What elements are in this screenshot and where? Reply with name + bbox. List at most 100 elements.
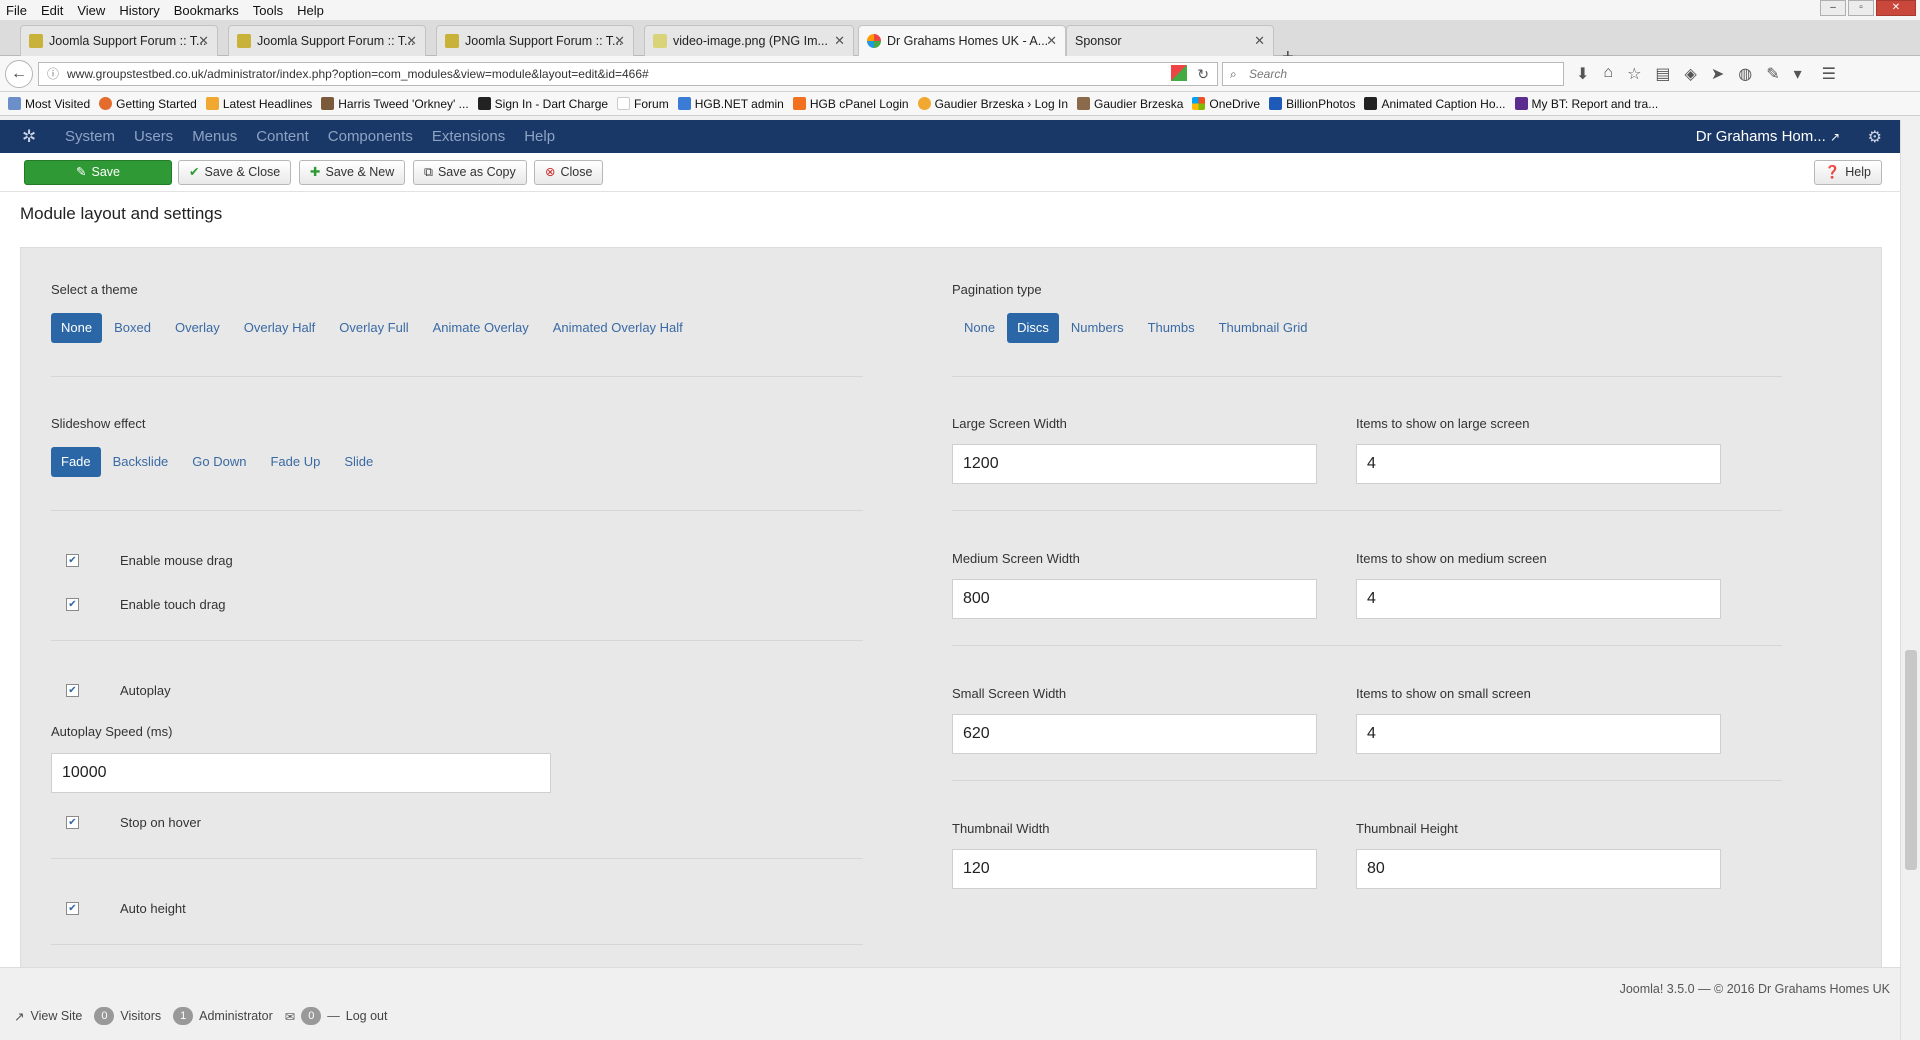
pagination-option-discs[interactable]: Discs bbox=[1007, 313, 1059, 343]
browser-tab[interactable]: Sponsor ✕ bbox=[1066, 25, 1274, 56]
tab-close-icon[interactable]: ✕ bbox=[614, 33, 625, 49]
help-button[interactable]: ❓ Help bbox=[1813, 160, 1882, 185]
effect-option-backslide[interactable]: Backslide bbox=[101, 447, 181, 477]
save-copy-button[interactable]: ⧉ Save as Copy bbox=[413, 160, 527, 185]
tab-close-icon[interactable]: ✕ bbox=[1046, 33, 1057, 49]
nav-help[interactable]: Help bbox=[524, 128, 555, 145]
pagination-option-numbers[interactable]: Numbers bbox=[1059, 313, 1136, 343]
home-icon[interactable]: ⌂ bbox=[1603, 64, 1613, 84]
envelope-icon[interactable]: ✉ bbox=[285, 1009, 295, 1024]
tab-close-icon[interactable]: ✕ bbox=[1254, 33, 1265, 49]
nav-menus[interactable]: Menus bbox=[192, 128, 237, 145]
visitors-label[interactable]: Visitors bbox=[120, 1009, 161, 1023]
back-arrow-icon[interactable]: ← bbox=[5, 60, 33, 88]
bookmark-item[interactable]: Gaudier Brzeska bbox=[1077, 97, 1183, 111]
mouse-drag-checkbox[interactable]: ✔ bbox=[66, 554, 79, 567]
maximize-icon[interactable]: ▫ bbox=[1848, 0, 1874, 16]
reload-icon[interactable]: ↻ bbox=[1197, 63, 1209, 85]
thumb-height-input[interactable]: 80 bbox=[1356, 849, 1721, 889]
close-button[interactable]: ⊗ Close bbox=[534, 160, 604, 185]
bookmark-item[interactable]: OneDrive bbox=[1192, 97, 1260, 111]
nav-system[interactable]: System bbox=[65, 128, 115, 145]
autoplay-checkbox[interactable]: ✔ bbox=[66, 684, 79, 697]
minimize-icon[interactable]: – bbox=[1820, 0, 1846, 16]
bookmark-item[interactable]: Harris Tweed 'Orkney' ... bbox=[321, 97, 469, 111]
reading-list-icon[interactable]: ▤ bbox=[1655, 64, 1670, 84]
scrollbar-thumb[interactable] bbox=[1905, 650, 1917, 870]
theme-option-animated-overlay-half[interactable]: Animated Overlay Half bbox=[541, 313, 695, 343]
theme-option-animate-overlay[interactable]: Animate Overlay bbox=[421, 313, 541, 343]
bookmark-item[interactable]: Most Visited bbox=[8, 97, 90, 111]
info-icon[interactable]: ⓘ bbox=[47, 63, 59, 85]
administrator-label[interactable]: Administrator bbox=[199, 1009, 273, 1023]
extension-icon[interactable] bbox=[1171, 65, 1187, 81]
theme-option-overlay[interactable]: Overlay bbox=[163, 313, 232, 343]
medium-width-input[interactable]: 800 bbox=[952, 579, 1317, 619]
save-close-button[interactable]: ✔ Save & Close bbox=[178, 160, 292, 185]
small-width-input[interactable]: 620 bbox=[952, 714, 1317, 754]
save-button[interactable]: ✎ Save bbox=[24, 160, 172, 185]
send-icon[interactable]: ➤ bbox=[1711, 64, 1724, 84]
pagination-option-thumbs[interactable]: Thumbs bbox=[1136, 313, 1207, 343]
tab-close-icon[interactable]: ✕ bbox=[406, 33, 417, 49]
pagination-option-thumbnail-grid[interactable]: Thumbnail Grid bbox=[1207, 313, 1320, 343]
theme-option-overlay-half[interactable]: Overlay Half bbox=[232, 313, 328, 343]
thumb-width-input[interactable]: 120 bbox=[952, 849, 1317, 889]
site-link[interactable]: Dr Grahams Hom... ↗ bbox=[1696, 128, 1840, 145]
bookmark-item[interactable]: Animated Caption Ho... bbox=[1364, 97, 1506, 111]
bookmark-item[interactable]: HGB cPanel Login bbox=[792, 97, 909, 111]
bookmark-item[interactable]: Gaudier Brzeska › Log In bbox=[917, 97, 1068, 111]
nav-users[interactable]: Users bbox=[134, 128, 173, 145]
theme-option-boxed[interactable]: Boxed bbox=[102, 313, 163, 343]
hamburger-menu-icon[interactable]: ☰ bbox=[1822, 64, 1836, 84]
addon-icon[interactable]: ✎ bbox=[1766, 64, 1779, 84]
browser-tab[interactable]: Joomla Support Forum :: T... ✕ bbox=[436, 25, 634, 56]
save-new-button[interactable]: ✚ Save & New bbox=[299, 160, 406, 185]
tab-close-icon[interactable]: ✕ bbox=[834, 33, 845, 49]
menu-help[interactable]: Help bbox=[297, 3, 324, 18]
auto-height-checkbox[interactable]: ✔ bbox=[66, 902, 79, 915]
touch-drag-checkbox[interactable]: ✔ bbox=[66, 598, 79, 611]
stop-hover-checkbox[interactable]: ✔ bbox=[66, 816, 79, 829]
bookmark-item[interactable]: Forum bbox=[617, 97, 669, 111]
menu-edit[interactable]: Edit bbox=[41, 3, 63, 18]
menu-history[interactable]: History bbox=[119, 3, 159, 18]
chat-icon[interactable]: ◍ bbox=[1738, 64, 1752, 84]
menu-bookmarks[interactable]: Bookmarks bbox=[174, 3, 239, 18]
bookmark-item[interactable]: Sign In - Dart Charge bbox=[477, 97, 608, 111]
nav-components[interactable]: Components bbox=[328, 128, 413, 145]
pagination-option-none[interactable]: None bbox=[952, 313, 1007, 343]
large-width-input[interactable]: 1200 bbox=[952, 444, 1317, 484]
menu-view[interactable]: View bbox=[77, 3, 105, 18]
browser-tab[interactable]: Joomla Support Forum :: T... ✕ bbox=[228, 25, 426, 56]
effect-option-fade[interactable]: Fade bbox=[51, 447, 101, 477]
browser-tab[interactable]: Joomla Support Forum :: T... ✕ bbox=[20, 25, 218, 56]
menu-tools[interactable]: Tools bbox=[253, 3, 283, 18]
browser-tab[interactable]: video-image.png (PNG Im... ✕ bbox=[644, 25, 854, 56]
view-site-link[interactable]: View Site bbox=[30, 1009, 82, 1023]
page-scrollbar[interactable] bbox=[1900, 120, 1920, 1040]
medium-items-input[interactable]: 4 bbox=[1356, 579, 1721, 619]
logout-link[interactable]: Log out bbox=[346, 1009, 388, 1023]
menu-file[interactable]: File bbox=[6, 3, 27, 18]
large-items-input[interactable]: 4 bbox=[1356, 444, 1721, 484]
browser-tab-active[interactable]: Dr Grahams Homes UK - A... ✕ bbox=[858, 25, 1066, 56]
tab-close-icon[interactable]: ✕ bbox=[198, 33, 209, 49]
pocket-icon[interactable]: ◈ bbox=[1685, 64, 1697, 84]
joomla-logo-icon[interactable]: ✲ bbox=[22, 127, 36, 147]
url-bar[interactable]: ⓘ www.groupstestbed.co.uk/administrator/… bbox=[38, 62, 1218, 86]
download-icon[interactable]: ⬇ bbox=[1576, 64, 1589, 84]
bookmark-item[interactable]: My BT: Report and tra... bbox=[1514, 97, 1658, 111]
autoplay-speed-input[interactable]: 10000 bbox=[51, 753, 551, 793]
effect-option-slide[interactable]: Slide bbox=[332, 447, 385, 477]
effect-option-fade-up[interactable]: Fade Up bbox=[258, 447, 332, 477]
bookmark-item[interactable]: Getting Started bbox=[99, 97, 197, 111]
bookmark-item[interactable]: BillionPhotos bbox=[1269, 97, 1355, 111]
bookmark-item[interactable]: HGB.NET admin bbox=[677, 97, 784, 111]
effect-option-go-down[interactable]: Go Down bbox=[180, 447, 258, 477]
bookmark-star-icon[interactable]: ☆ bbox=[1627, 64, 1641, 84]
gear-icon[interactable]: ⚙ bbox=[1868, 127, 1882, 147]
dropdown-icon[interactable]: ▾ bbox=[1794, 64, 1802, 84]
theme-option-overlay-full[interactable]: Overlay Full bbox=[327, 313, 420, 343]
theme-option-none[interactable]: None bbox=[51, 313, 103, 343]
